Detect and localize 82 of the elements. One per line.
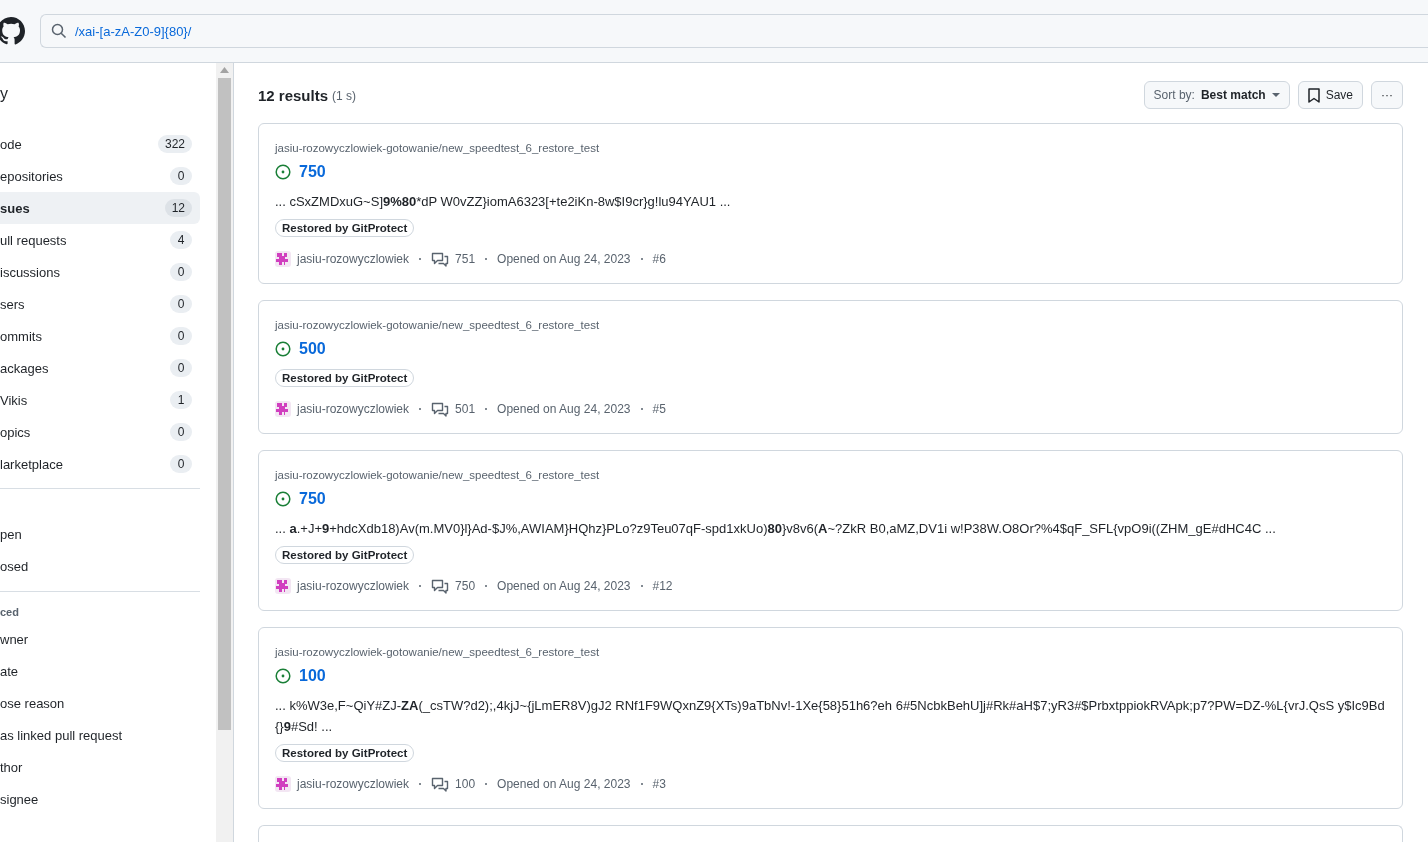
open-issue-icon <box>275 668 291 684</box>
count-badge: 1 <box>170 391 192 409</box>
filter-option[interactable]: ose reason <box>0 688 200 720</box>
filter-option[interactable]: thor <box>0 752 200 784</box>
avatar-icon[interactable] <box>275 401 291 417</box>
sidebar-item[interactable]: epositories 0 <box>0 160 200 192</box>
sort-dropdown[interactable]: Sort by: Best match <box>1143 81 1290 109</box>
count-badge: 0 <box>170 295 192 313</box>
results-count: 12 results <box>258 86 329 104</box>
avatar-icon[interactable] <box>275 578 291 594</box>
issue-title-link[interactable]: 750 <box>299 490 326 508</box>
match-snippet: ... k%W3e,F~QiY#ZJ-ZA(_csTW?d2);,4kjJ~{jLmER8V)gJ2 RNf1F9WQxnZ9{XTs)9aTbNv!-1Xe{58}51h6?eh 6#5NcbkBehU]j#Rk#aH$7;yR3#$PrbxtppiokRVApk;p7?PW=DZ-%L{vrJ.QsS y$Ic9Bd{}9#Sd! ... <box>275 697 1386 736</box>
search-time: (1 s) <box>332 89 358 103</box>
bookmark-icon <box>1307 87 1320 103</box>
issue-title-link[interactable]: 100 <box>299 667 326 685</box>
sidebar-heading: ced <box>0 605 20 620</box>
filter-option[interactable]: pen <box>0 519 200 551</box>
opened-date: Opened on Aug 24, 2023 <box>497 579 631 593</box>
comment-count: 751 <box>455 252 476 266</box>
count-badge: 4 <box>170 231 192 249</box>
count-badge: 322 <box>157 135 192 153</box>
opened-date: Opened on Aug 24, 2023 <box>497 252 631 266</box>
sidebar-item[interactable]: iscussions 0 <box>0 256 200 288</box>
filter-option[interactable]: as linked pull request <box>0 720 200 752</box>
count-badge: 0 <box>170 423 192 441</box>
comments-icon <box>431 776 450 792</box>
author-link[interactable]: jasiu-rozowyczlowiek <box>297 402 410 416</box>
author-link[interactable]: jasiu-rozowyczlowiek <box>297 777 410 791</box>
comment-count: 100 <box>455 777 476 791</box>
comments-icon <box>431 251 450 267</box>
save-button[interactable]: Save <box>1297 81 1363 109</box>
issue-number: #5 <box>652 402 666 416</box>
repository-link[interactable]: jasiu-rozowyczlowiek-gotowanie/new_speedtest_6_restore_test <box>275 469 1386 481</box>
match-snippet: ... a.+J+9+hdcXdb18)Av(m.MV0}l}Ad-$J%,AWIAM}HQhz}PLo?z9Teu07qF-spd1xkUo)80}v8v6(A~?ZkR B0,aMZ,DV1i w!P38W.O8Or?%4$qF_SFL{vpO9i((ZHM_gE#dHC4C ... <box>275 520 1277 538</box>
repository-link[interactable]: jasiu-rozowyczlowiek-gotowanie/new_speedtest_6_restore_test <box>275 646 1386 658</box>
issue-number: #3 <box>652 777 666 791</box>
issue-number: #12 <box>652 579 673 593</box>
opened-date: Opened on Aug 24, 2023 <box>497 777 631 791</box>
filter-option[interactable]: wner <box>0 624 200 656</box>
count-badge: 0 <box>170 327 192 345</box>
sidebar-item[interactable]: ode 322 <box>0 128 200 160</box>
issue-title-link[interactable]: 750 <box>299 163 326 181</box>
opened-date: Opened on Aug 24, 2023 <box>497 402 631 416</box>
sidebar-item[interactable]: opics 0 <box>0 416 200 448</box>
issue-number: #6 <box>652 252 666 266</box>
count-badge: 0 <box>170 167 192 185</box>
author-link[interactable]: jasiu-rozowyczlowiek <box>297 579 410 593</box>
repository-link[interactable]: jasiu-rozowyczlowiek-gotowanie/new_speedtest_6_restore_test <box>275 319 1386 331</box>
filter-option[interactable]: osed <box>0 551 200 583</box>
scrollbar-thumb[interactable] <box>218 78 231 730</box>
open-issue-icon <box>275 341 291 357</box>
sidebar-item[interactable]: Vikis 1 <box>0 384 200 416</box>
filter-option[interactable]: signee <box>0 784 200 816</box>
sidebar-item[interactable]: ull requests 4 <box>0 224 200 256</box>
sidebar-item[interactable]: sers 0 <box>0 288 200 320</box>
filter-option[interactable]: ate <box>0 656 200 688</box>
count-badge: 0 <box>170 263 192 281</box>
open-issue-icon <box>275 164 291 180</box>
caret-icon <box>1271 93 1280 97</box>
sidebar-item[interactable]: ommits 0 <box>0 320 200 352</box>
sidebar-item[interactable]: ackages 0 <box>0 352 200 384</box>
author-link[interactable]: jasiu-rozowyczlowiek <box>297 252 410 266</box>
search-icon <box>51 23 67 39</box>
scroll-up-icon[interactable] <box>220 67 229 73</box>
comments-icon <box>431 401 450 417</box>
comment-count: 750 <box>455 579 476 593</box>
repository-link[interactable]: jasiu-rozowyczlowiek-gotowanie/new_speedtest_6_restore_test <box>275 142 1386 154</box>
count-badge: 0 <box>170 455 192 473</box>
avatar-icon[interactable] <box>275 776 291 792</box>
match-snippet: ... cSxZMDxuG~S]9%80*dP W0vZZ}iomA6323[+te2iKn-8w$I9cr}g!lu94YAU1 ... <box>275 193 732 211</box>
count-badge: 12 <box>164 199 192 217</box>
comments-icon <box>431 578 450 594</box>
issue-title-link[interactable]: 500 <box>299 340 326 358</box>
comment-count: 501 <box>455 402 476 416</box>
count-badge: 0 <box>170 359 192 377</box>
more-options-button[interactable]: ··· <box>1371 81 1403 109</box>
sidebar-item[interactable]: larketplace 0 <box>0 448 200 480</box>
sidebar-item[interactable]: sues 12 <box>0 192 200 224</box>
open-issue-icon <box>275 491 291 507</box>
sidebar-heading: y <box>0 84 9 104</box>
avatar-icon[interactable] <box>275 251 291 267</box>
search-field[interactable]: /xai-[a-zA-Z0-9]{80}/ <box>40 14 1428 48</box>
